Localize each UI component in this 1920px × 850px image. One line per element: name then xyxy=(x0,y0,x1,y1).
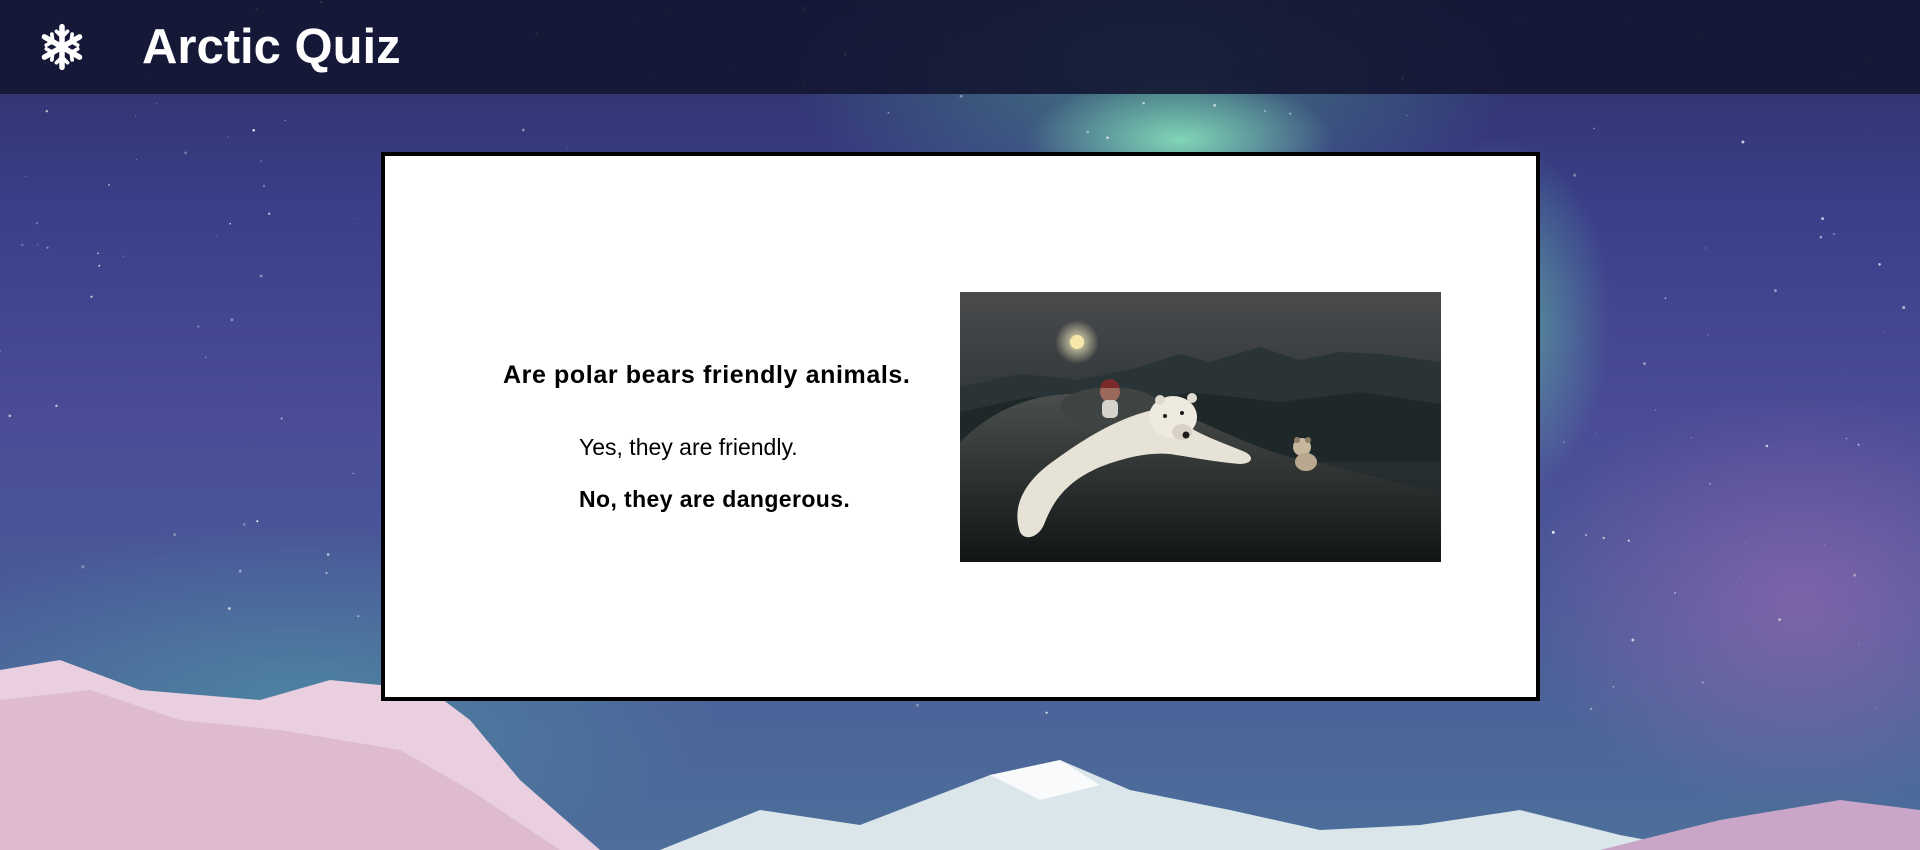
snowflake-icon[interactable] xyxy=(36,21,88,73)
quiz-question: Are polar bears friendly animals. xyxy=(503,361,911,389)
polar-bear-image xyxy=(960,292,1441,562)
quiz-card: Are polar bears friendly animals. Yes, t… xyxy=(381,152,1540,701)
answer-option-yes[interactable]: Yes, they are friendly. xyxy=(579,434,798,461)
answer-option-no[interactable]: No, they are dangerous. xyxy=(579,486,850,513)
app-header: Arctic Quiz xyxy=(0,0,1920,94)
app-title: Arctic Quiz xyxy=(142,20,401,74)
